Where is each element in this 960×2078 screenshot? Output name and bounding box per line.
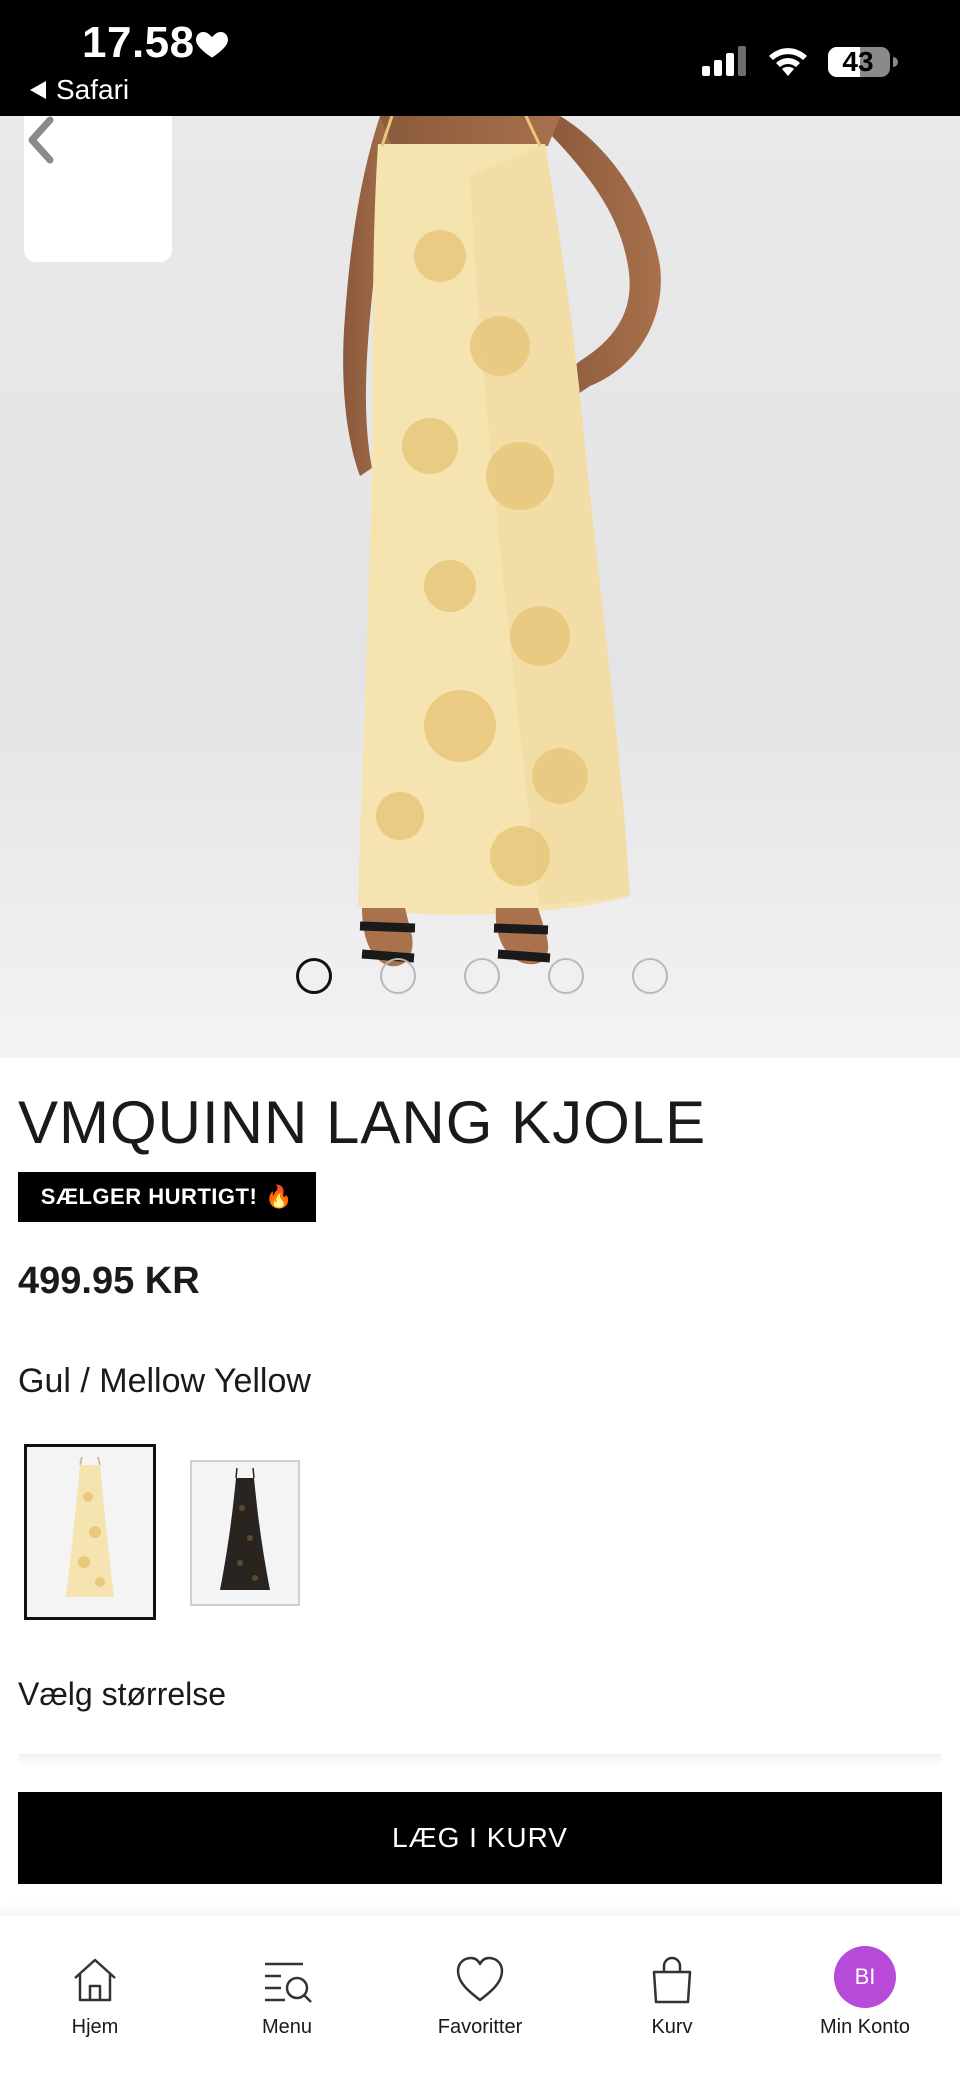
nav-account[interactable]: BI Min Konto bbox=[785, 1946, 945, 2039]
shopping-bag-icon bbox=[652, 1956, 692, 2004]
gallery-dot-2[interactable] bbox=[380, 958, 416, 994]
yellow-dress-thumbnail bbox=[66, 1457, 114, 1597]
color-swatch-yellow[interactable] bbox=[24, 1444, 156, 1620]
selected-color-label: Gul / Mellow Yellow bbox=[18, 1362, 311, 1400]
heart-icon bbox=[456, 1956, 504, 2002]
selling-fast-badge: SÆLGER HURTIGT! 🔥 bbox=[18, 1172, 316, 1222]
product-image-gallery[interactable] bbox=[0, 116, 960, 1058]
gallery-pagination bbox=[296, 958, 668, 994]
nav-menu[interactable]: Menu bbox=[207, 1952, 367, 2039]
back-app-label: Safari bbox=[56, 74, 130, 105]
cellular-signal-icon bbox=[702, 46, 746, 76]
back-arrow-icon bbox=[30, 81, 46, 99]
nav-cart-label: Kurv bbox=[651, 2016, 693, 2038]
fire-icon: 🔥 bbox=[265, 1184, 294, 1209]
bottom-navigation: Hjem Menu Favoritter Kurv BI Min Konto bbox=[0, 1916, 960, 2078]
nav-menu-label: Menu bbox=[261, 2016, 313, 2038]
size-selector-label[interactable]: Vælg størrelse bbox=[18, 1676, 226, 1713]
battery-level: 43 bbox=[842, 46, 874, 77]
heart-status-icon bbox=[196, 32, 228, 58]
gallery-dot-3[interactable] bbox=[464, 958, 500, 994]
product-title: VMQUINN LANG KJOLE bbox=[18, 1089, 707, 1156]
nav-home[interactable]: Hjem bbox=[15, 1952, 175, 2039]
back-button[interactable] bbox=[24, 116, 172, 262]
account-avatar: BI bbox=[834, 1946, 896, 2008]
menu-search-icon bbox=[265, 1962, 312, 2003]
nav-account-label: Min Konto bbox=[819, 2016, 911, 2038]
color-swatch-black[interactable] bbox=[190, 1460, 300, 1606]
gallery-dot-5[interactable] bbox=[632, 958, 668, 994]
status-time: 17.58 bbox=[82, 18, 195, 67]
gallery-dot-4[interactable] bbox=[548, 958, 584, 994]
status-bar: 17.58 Safari 43 bbox=[0, 0, 960, 116]
gallery-dot-1[interactable] bbox=[296, 958, 332, 994]
nav-home-label: Hjem bbox=[71, 2016, 119, 2038]
nav-favorites[interactable]: Favoritter bbox=[400, 1952, 560, 2039]
wifi-icon bbox=[769, 48, 807, 76]
black-dress-thumbnail bbox=[220, 1468, 270, 1590]
home-icon bbox=[74, 1958, 116, 2002]
badge-label: SÆLGER HURTIGT! bbox=[40, 1184, 258, 1209]
chevron-left-icon bbox=[28, 116, 54, 164]
nav-cart[interactable]: Kurv bbox=[592, 1952, 752, 2039]
nav-favorites-label: Favoritter bbox=[437, 2016, 523, 2038]
section-divider bbox=[18, 1754, 942, 1766]
add-to-cart-button[interactable]: LÆG I KURV bbox=[18, 1792, 942, 1884]
product-price: 499.95 KR bbox=[18, 1260, 200, 1302]
back-to-safari[interactable]: Safari bbox=[30, 74, 129, 106]
